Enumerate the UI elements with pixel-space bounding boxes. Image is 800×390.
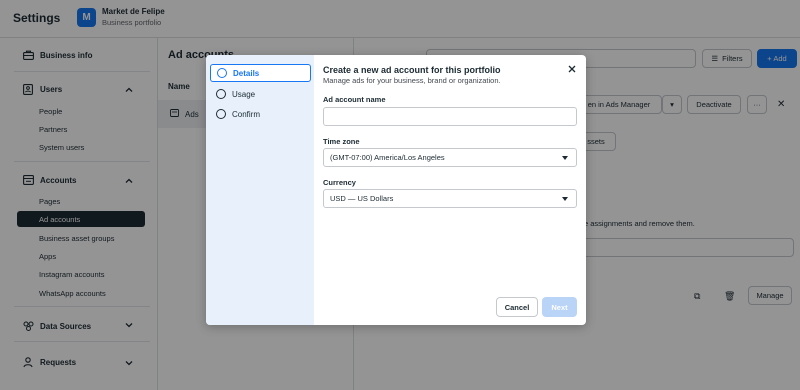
step-circle-icon (217, 68, 227, 78)
ad-account-name-label: Ad account name (323, 95, 386, 104)
step-label: Confirm (232, 109, 261, 119)
ad-account-name-input[interactable] (323, 107, 577, 126)
step-circle-icon (216, 89, 226, 99)
next-button[interactable]: Next (542, 297, 577, 317)
currency-select[interactable]: USD — US Dollars (323, 189, 577, 208)
step-label: Usage (232, 89, 256, 99)
cancel-button[interactable]: Cancel (496, 297, 538, 317)
caret-down-icon (562, 197, 568, 201)
currency-label: Currency (323, 178, 356, 187)
step-details[interactable]: Details (210, 64, 311, 82)
wizard-steps: Details Usage Confirm (206, 55, 314, 325)
select-value: (GMT-07:00) America/Los Angeles (330, 153, 445, 162)
step-confirm[interactable]: Confirm (210, 105, 311, 123)
select-value: USD — US Dollars (330, 194, 394, 203)
step-usage[interactable]: Usage (210, 85, 311, 103)
dialog-title: Create a new ad account for this portfol… (323, 65, 501, 75)
dialog-body: Create a new ad account for this portfol… (314, 55, 586, 325)
create-ad-account-dialog: Details Usage Confirm Create a new ad ac… (206, 55, 586, 325)
dialog-subtitle: Manage ads for your business, brand or o… (323, 76, 501, 85)
time-zone-label: Time zone (323, 137, 360, 146)
caret-down-icon (562, 156, 568, 160)
step-label: Details (233, 68, 260, 78)
time-zone-select[interactable]: (GMT-07:00) America/Los Angeles (323, 148, 577, 167)
step-circle-icon (216, 109, 226, 119)
close-icon[interactable] (566, 63, 578, 75)
